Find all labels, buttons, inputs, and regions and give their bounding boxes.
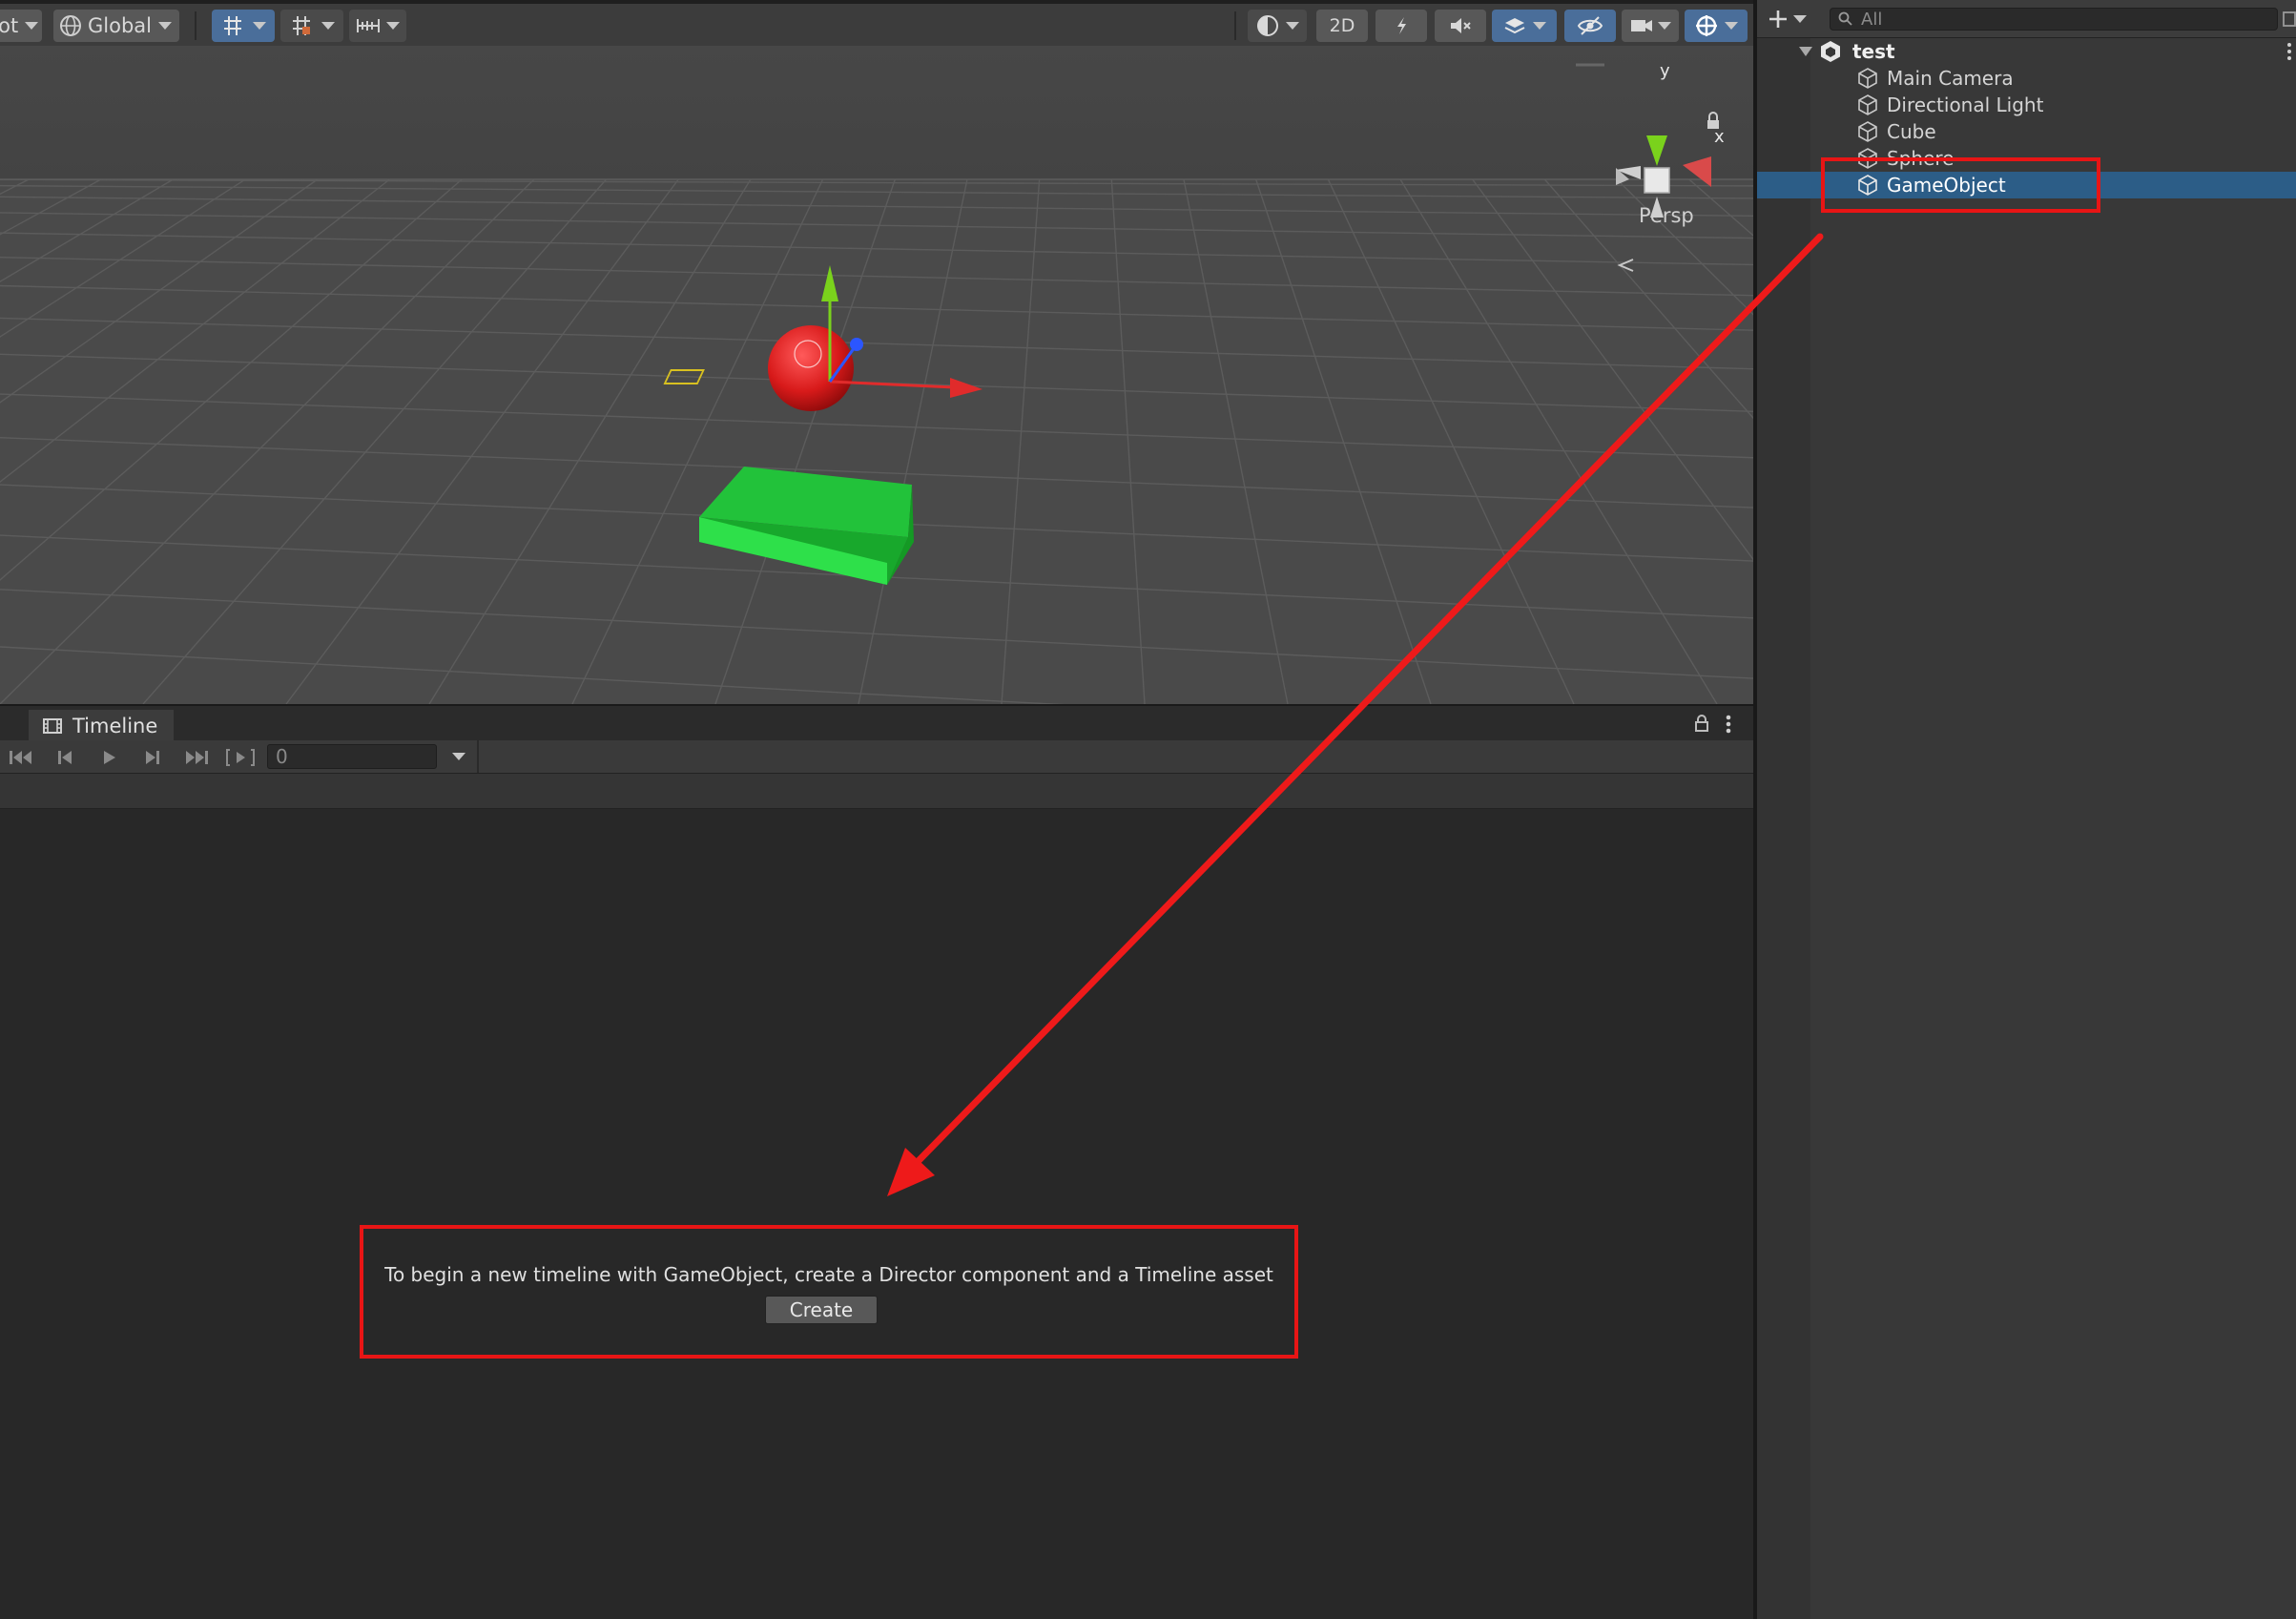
hierarchy-toolbar: All: [1757, 0, 2296, 38]
play-button[interactable]: [92, 744, 126, 771]
gameobject-cube-icon: [1858, 94, 1877, 115]
chevron-down-icon: [253, 22, 266, 30]
scene-visibility-toggle[interactable]: [1564, 10, 1616, 42]
hierarchy-item-label: Cube: [1887, 120, 1936, 143]
timeline-film-icon: [43, 718, 62, 734]
chevron-down-icon: [1286, 22, 1299, 30]
shading-sphere-icon: [1257, 15, 1278, 36]
scene-view[interactable]: y x Persp: [0, 46, 1753, 704]
hierarchy-item-label: Main Camera: [1887, 67, 2014, 90]
speaker-muted-icon: [1451, 18, 1471, 33]
kebab-menu-icon[interactable]: [2285, 41, 2294, 62]
timeline-tab-label: Timeline: [72, 715, 158, 737]
annotation-highlight-box: [1821, 157, 2100, 213]
gizmo-axis-y-label: y: [1660, 61, 1670, 81]
timeline-empty-message: To begin a new timeline with GameObject,…: [384, 1263, 1273, 1286]
kebab-menu-icon[interactable]: [1723, 714, 1734, 735]
hierarchy-gutter: [1757, 38, 1810, 1619]
shading-mode-dropdown[interactable]: [1248, 10, 1307, 42]
gameobject-cube-icon: [1858, 121, 1877, 142]
grid-snapping-toggle[interactable]: [212, 10, 275, 42]
tab-timeline[interactable]: Timeline: [29, 710, 174, 742]
scene-toolbar: ot Global 2D: [0, 0, 1753, 46]
annotation-highlight-box: [360, 1225, 1298, 1359]
unity-scene-icon: [1821, 41, 1840, 62]
frame-format-dropdown[interactable]: [448, 748, 469, 765]
light-bulb-icon: [1397, 17, 1406, 34]
toolbar-separator: [1234, 11, 1236, 40]
gameobject-cube-icon: [1858, 68, 1877, 89]
chevron-down-icon: [452, 753, 465, 760]
go-to-start-button[interactable]: [4, 744, 38, 771]
mode-2d-label: 2D: [1329, 15, 1355, 36]
go-to-end-button[interactable]: [179, 744, 214, 771]
previous-frame-button[interactable]: [48, 744, 82, 771]
play-icon: [104, 751, 115, 764]
next-frame-button[interactable]: [135, 744, 170, 771]
camera-icon: [1631, 20, 1652, 31]
chevron-down-icon: [1658, 22, 1671, 30]
projection-label[interactable]: Persp: [1639, 204, 1694, 227]
effects-dropdown[interactable]: [1492, 10, 1557, 42]
increment-snap-toggle[interactable]: [280, 10, 343, 42]
ruler-dropdown[interactable]: [349, 10, 406, 42]
toolbar-separator: [195, 11, 197, 40]
pivot-label: ot: [0, 14, 19, 37]
timeline-ruler[interactable]: [0, 773, 1753, 809]
ruler-icon: [357, 19, 380, 32]
grid-snap-icon: [224, 16, 241, 35]
handle-rotation-dropdown[interactable]: Global: [53, 10, 179, 42]
hierarchy-panel: All test Main Camera Directional Light C…: [1757, 0, 2296, 1619]
globe-icon: [60, 15, 81, 36]
skip-end-icon: [186, 751, 208, 764]
lighting-toggle[interactable]: [1376, 10, 1427, 42]
gizmo-globe-icon: [1696, 15, 1717, 36]
chevron-down-icon: [1533, 22, 1546, 30]
foldout-arrow[interactable]: [1757, 45, 1814, 58]
eye-crossed-icon: [1577, 16, 1603, 35]
scene-header-row[interactable]: test: [1757, 38, 2296, 65]
chevron-down-icon: [386, 22, 400, 30]
timeline-tabbar: Timeline: [0, 704, 1753, 742]
hierarchy-item-cube[interactable]: Cube: [1757, 118, 2296, 145]
chevron-down-icon: [321, 22, 335, 30]
skip-start-icon: [10, 751, 31, 764]
scene-name: test: [1852, 40, 1895, 63]
plus-icon: [1769, 10, 1787, 28]
timeline-toolbar: 0: [0, 740, 1753, 773]
step-forward-icon: [146, 751, 159, 764]
scene-viewport[interactable]: [0, 46, 1753, 704]
hierarchy-item-label: Directional Light: [1887, 93, 2044, 116]
scene-search-icon[interactable]: [2282, 10, 2296, 29]
hierarchy-search-input[interactable]: All: [1830, 8, 2278, 31]
play-range-icon: [226, 749, 255, 766]
hierarchy-item-main-camera[interactable]: Main Camera: [1757, 65, 2296, 92]
pivot-dropdown[interactable]: ot: [0, 10, 42, 42]
chevron-down-icon: [24, 22, 38, 30]
chevron-down-icon: [1725, 22, 1738, 30]
create-timeline-button[interactable]: Create: [765, 1296, 878, 1324]
handle-rotation-label: Global: [88, 14, 152, 37]
timeline-track-area[interactable]: [0, 809, 1753, 1619]
search-icon: [1838, 11, 1852, 26]
increment-snap-icon: [293, 16, 310, 35]
hierarchy-item-directional-light[interactable]: Directional Light: [1757, 92, 2296, 118]
lock-icon[interactable]: [1692, 714, 1711, 733]
layers-effects-icon: [1504, 18, 1525, 34]
triangle-down-icon: [1799, 47, 1812, 56]
gizmo-axis-x-label: x: [1714, 127, 1725, 147]
audio-toggle[interactable]: [1435, 10, 1486, 42]
frame-input[interactable]: 0: [267, 744, 437, 769]
scene-camera-dropdown[interactable]: [1622, 10, 1679, 42]
chevron-down-icon: [1793, 15, 1807, 23]
play-range-button[interactable]: [223, 744, 258, 771]
mode-2d-button[interactable]: 2D: [1316, 10, 1368, 42]
step-back-icon: [58, 751, 72, 764]
chevron-down-icon: [157, 22, 172, 30]
add-object-dropdown[interactable]: [1767, 6, 1816, 32]
search-placeholder: All: [1861, 9, 1883, 30]
toolbar-separator: [477, 740, 479, 773]
gizmos-dropdown[interactable]: [1685, 10, 1748, 42]
